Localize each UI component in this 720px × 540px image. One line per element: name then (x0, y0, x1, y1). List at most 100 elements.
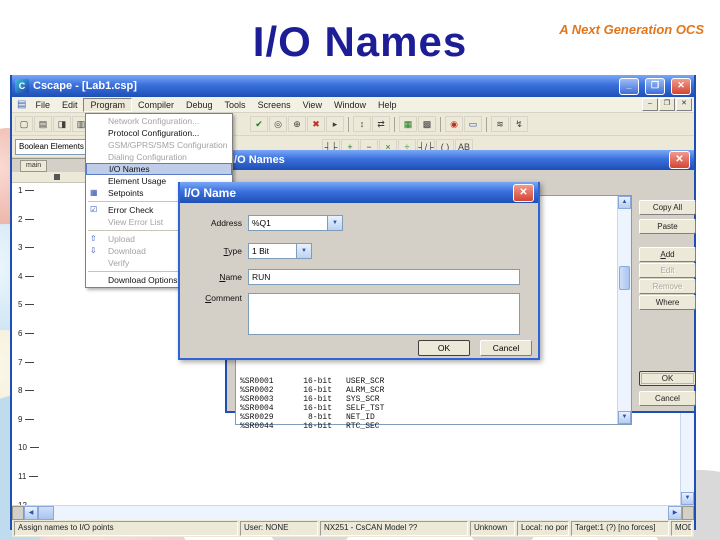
resize-icon[interactable]: ↕ (353, 116, 371, 132)
new-file-icon[interactable]: ▢ (15, 116, 33, 132)
scroll-down-icon[interactable]: ▼ (618, 411, 631, 424)
mdi-minimize-button[interactable]: – (642, 98, 658, 111)
ok-button[interactable]: OK (639, 371, 696, 386)
scroll-right-icon[interactable]: ▶ (668, 506, 682, 520)
connect-icon[interactable]: ⇄ (372, 116, 390, 132)
editor-horizontal-scrollbar[interactable]: ◀ ▶ (12, 505, 694, 520)
rung-number-column: 1 2 3 4 5 6 7 8 9 10 11 12 (18, 186, 58, 505)
run-icon[interactable]: ▸ (326, 116, 344, 132)
address-value: %Q1 (252, 218, 271, 228)
menu-screens[interactable]: Screens (252, 99, 297, 111)
paste-button[interactable]: Paste (639, 219, 696, 234)
target-icon[interactable]: ◉ (445, 116, 463, 132)
trigger-icon[interactable]: ↯ (510, 116, 528, 132)
ladder-cursor (54, 174, 60, 180)
scroll-up-icon[interactable]: ▲ (618, 196, 631, 209)
save-icon[interactable]: ◨ (53, 116, 71, 132)
io-name-dialog-title: I/O Name (184, 185, 237, 200)
rung-row: 2 (18, 215, 58, 244)
comment-textarea[interactable] (248, 293, 520, 335)
stop-icon[interactable]: ✖ (307, 116, 325, 132)
io-list-row[interactable]: %SR0044 16-bit RTC_SEC (240, 422, 615, 431)
cscape-app-icon: C (15, 79, 29, 93)
menu-debug[interactable]: Debug (180, 99, 219, 111)
io-name-dialog-titlebar[interactable]: I/O Name ✕ (180, 182, 538, 203)
element-category-value: Boolean Elements (19, 142, 84, 151)
menu-tools[interactable]: Tools (219, 99, 252, 111)
window-titlebar[interactable]: C Cscape - [Lab1.csp] _ ❐ ✕ (12, 75, 694, 97)
slide-title: I/O Names (252, 18, 468, 65)
type-combo[interactable]: 1 Bit ▼ (248, 243, 312, 259)
error-check-icon[interactable]: ✔ (250, 116, 268, 132)
status-target: Target:1 (?) [no forces] (571, 521, 669, 536)
io-list-row[interactable]: %SR0004 16-bit SELF_TST (240, 404, 615, 413)
menu-edit[interactable]: Edit (56, 99, 84, 111)
menu-window[interactable]: Window (328, 99, 372, 111)
where-button[interactable]: Where (639, 295, 696, 310)
io-names-close-icon[interactable]: ✕ (669, 151, 690, 169)
name-label: Name (219, 272, 242, 282)
type-value: 1 Bit (252, 246, 270, 256)
status-mod: MOD (671, 521, 692, 536)
screen-fill-icon[interactable]: ▩ (418, 116, 436, 132)
menu-item-dialing-configuration[interactable]: Dialing Configuration (86, 151, 232, 163)
menu-view[interactable]: View (297, 99, 328, 111)
chevron-down-icon[interactable]: ▼ (327, 216, 342, 230)
dialog-ok-button[interactable]: OK (418, 340, 470, 356)
zoom-icon[interactable]: ⊕ (288, 116, 306, 132)
address-combo[interactable]: %Q1 ▼ (248, 215, 343, 231)
io-name-dialog: I/O Name ✕ Address %Q1 ▼ Type 1 Bit ▼ Na… (178, 182, 540, 360)
edit-button[interactable]: Edit (639, 263, 696, 278)
scroll-thumb[interactable] (619, 266, 630, 290)
close-button[interactable]: ✕ (671, 77, 691, 95)
menu-program[interactable]: Program (83, 97, 132, 112)
rung-row: 6 (18, 329, 58, 358)
menu-file[interactable]: File (29, 99, 56, 111)
slide-tagline: A Next Generation OCS (559, 22, 704, 37)
io-name-dialog-close-icon[interactable]: ✕ (513, 183, 534, 202)
open-file-icon[interactable]: ▤ (34, 116, 52, 132)
chevron-down-icon[interactable]: ▼ (296, 244, 311, 258)
io-list-row[interactable]: %SR0002 16-bit ALRM_SCR (240, 386, 615, 395)
copy-all-button[interactable]: Copy All (639, 200, 696, 215)
network-icon[interactable]: ≋ (491, 116, 509, 132)
dialog-cancel-button[interactable]: Cancel (480, 340, 532, 356)
upload-icon: ⇧ (90, 234, 97, 243)
io-names-title: I/O Names (231, 154, 285, 166)
add-button[interactable]: Add (639, 247, 696, 262)
status-local-port: Local: no port (517, 521, 569, 536)
splitter-box[interactable] (12, 506, 24, 520)
minimize-button[interactable]: _ (619, 77, 639, 95)
io-names-titlebar[interactable]: I/O Names ✕ (227, 150, 694, 170)
scroll-down-icon[interactable]: ▼ (681, 492, 694, 505)
monitor-icon[interactable]: ▭ (464, 116, 482, 132)
mdi-close-button[interactable]: ✕ (676, 98, 692, 111)
io-list-row[interactable]: %SR0003 16-bit SYS_SCR (240, 395, 615, 404)
rung-row: 4 (18, 272, 58, 301)
rung-row: 10 (18, 443, 58, 472)
menu-item-protocol-configuration[interactable]: Protocol Configuration... (86, 127, 232, 139)
remove-button[interactable]: Remove (639, 279, 696, 294)
io-list-vertical-scrollbar[interactable]: ▲ ▼ (617, 196, 631, 424)
name-input[interactable] (248, 269, 520, 285)
menu-item-gsm-configuration[interactable]: GSM/GPRS/SMS Configuration (86, 139, 232, 151)
scroll-left-icon[interactable]: ◀ (24, 506, 38, 520)
scroll-thumb[interactable] (38, 506, 54, 520)
cancel-button[interactable]: Cancel (639, 391, 696, 406)
resize-corner[interactable] (682, 506, 694, 520)
io-list-row[interactable]: %SR0001 16-bit USER_SCR (240, 377, 615, 386)
menu-help[interactable]: Help (372, 99, 403, 111)
rung-row: 12 (18, 501, 58, 505)
mdi-restore-button[interactable]: ❐ (659, 98, 675, 111)
ladder-main-tab[interactable]: main (20, 160, 48, 172)
io-list-row[interactable]: %SR0029 8-bit NET_ID (240, 413, 615, 422)
rung-row: 7 (18, 358, 58, 387)
restore-button[interactable]: ❐ (645, 77, 665, 95)
find-icon[interactable]: ◎ (269, 116, 287, 132)
rung-row: 5 (18, 300, 58, 329)
status-user: User: NONE (240, 521, 318, 536)
screen-grid-icon[interactable]: ▦ (399, 116, 417, 132)
menu-item-io-names[interactable]: I/O Names (86, 163, 232, 175)
menu-compiler[interactable]: Compiler (132, 99, 180, 111)
menu-item-network-configuration[interactable]: Network Configuration... (86, 115, 232, 127)
